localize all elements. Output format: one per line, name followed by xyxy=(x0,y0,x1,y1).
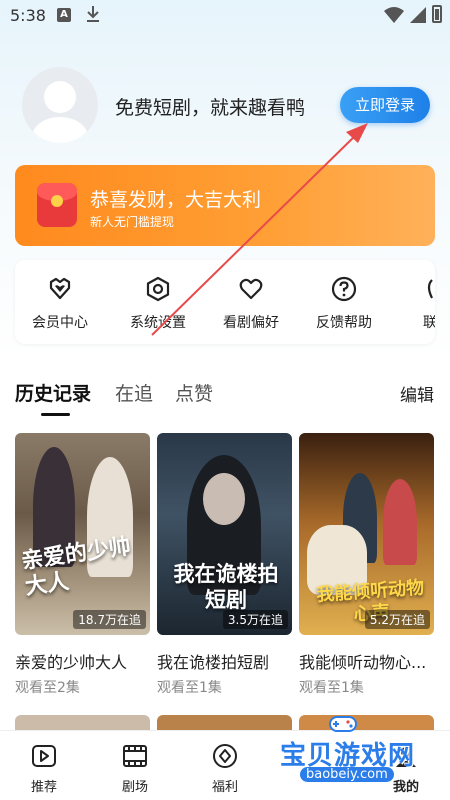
red-envelope-icon xyxy=(37,183,77,227)
menu-item-label: 看剧偏好 xyxy=(223,315,279,331)
drama-poster[interactable]: 亲爱的少帅大人 18.7万在追 xyxy=(15,433,150,635)
drama-poster[interactable]: 我能倾听动物心声 5.2万在追 xyxy=(299,433,434,635)
menu-item-preferences[interactable]: 看剧偏好 xyxy=(206,260,296,344)
tab-following[interactable]: 在追 xyxy=(115,379,153,406)
nav-item-theater[interactable]: 剧场 xyxy=(95,731,175,800)
menu-item-feedback[interactable]: 反馈帮助 xyxy=(299,260,389,344)
profile-prompt: 免费短剧，就来趣看鸭 xyxy=(115,97,306,119)
menu-item-settings[interactable]: 系统设置 xyxy=(113,260,203,344)
edit-button[interactable]: 编辑 xyxy=(400,381,434,406)
tab-active-indicator xyxy=(41,413,70,416)
watch-progress: 观看至1集 xyxy=(157,680,222,696)
drama-title: 我在诡楼拍短剧 xyxy=(157,653,270,672)
view-count-badge: 5.2万在追 xyxy=(364,610,430,629)
avatar-body xyxy=(32,117,88,143)
status-time: 5:38 xyxy=(10,6,46,25)
poster-title-art: 我在诡楼拍短剧 xyxy=(173,562,279,612)
banner-title: 恭喜发财，大吉大利 xyxy=(90,189,262,211)
watermark: 宝贝游戏网 baobeiy.com xyxy=(280,715,430,795)
menu-item-label: 联系 xyxy=(423,315,435,331)
menu-item-vip[interactable]: 会员中心 xyxy=(15,260,105,344)
menu-card: 会员中心 系统设置 看剧偏好 反馈帮助 联系 xyxy=(15,260,435,344)
promo-banner[interactable]: 恭喜发财，大吉大利 新人无门槛提现 xyxy=(15,165,435,246)
watermark-url: baobeiy.com xyxy=(300,767,394,782)
help-icon xyxy=(331,276,357,302)
menu-item-label: 反馈帮助 xyxy=(316,315,372,331)
nav-item-label: 推荐 xyxy=(30,780,57,795)
status-bar: 5:38 A xyxy=(0,0,450,32)
drama-title: 我能倾听动物心... xyxy=(299,653,427,672)
nav-item-label: 福利 xyxy=(211,780,238,795)
gift-diamond-icon xyxy=(213,744,237,768)
drama-title: 亲爱的少帅大人 xyxy=(15,653,128,672)
tab-liked[interactable]: 点赞 xyxy=(175,379,213,406)
watch-progress: 观看至2集 xyxy=(15,680,80,696)
film-icon xyxy=(123,745,147,767)
heart-icon xyxy=(239,278,263,300)
menu-item-contact[interactable]: 联系 xyxy=(392,260,435,344)
nav-item-welfare[interactable]: 福利 xyxy=(185,731,265,800)
gamepad-icon xyxy=(329,716,357,732)
drama-poster[interactable]: 我在诡楼拍短剧 3.5万在追 xyxy=(157,433,292,635)
menu-item-label: 会员中心 xyxy=(32,315,88,331)
view-count-badge: 3.5万在追 xyxy=(222,610,288,629)
view-count-badge: 18.7万在追 xyxy=(73,610,146,629)
signal-icon xyxy=(410,7,426,23)
menu-item-label: 系统设置 xyxy=(130,315,186,331)
watch-progress: 观看至1集 xyxy=(299,680,364,696)
contact-icon xyxy=(427,279,433,299)
avatar-head xyxy=(44,81,76,113)
nav-item-label: 剧场 xyxy=(121,780,148,795)
nav-item-recommend[interactable]: 推荐 xyxy=(4,731,84,800)
vip-heart-icon xyxy=(49,277,71,300)
tab-history[interactable]: 历史记录 xyxy=(15,379,91,406)
login-button[interactable]: 立即登录 xyxy=(340,87,430,123)
download-icon xyxy=(87,6,99,22)
settings-hexagon-icon xyxy=(146,276,170,302)
banner-subtitle: 新人无门槛提现 xyxy=(90,215,175,229)
wifi-icon xyxy=(384,7,404,23)
play-icon xyxy=(32,745,56,767)
notification-a-icon: A xyxy=(57,8,71,22)
avatar[interactable] xyxy=(22,67,98,143)
battery-icon xyxy=(432,5,442,23)
